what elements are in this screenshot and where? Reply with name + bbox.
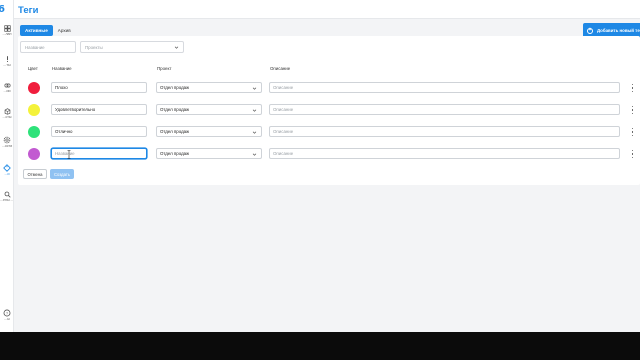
description-placeholder: Описание xyxy=(273,107,294,112)
column-header-name: Название xyxy=(52,66,72,71)
sidebar-item-products[interactable]: ...сты xyxy=(0,108,13,120)
color-swatch[interactable] xyxy=(28,82,40,94)
sidebar-item-reports[interactable]: ...ты xyxy=(0,55,13,68)
color-swatch[interactable] xyxy=(28,148,40,160)
more-options-icon[interactable] xyxy=(631,150,634,158)
bottom-bar xyxy=(0,332,640,360)
chevron-down-icon xyxy=(252,109,257,112)
description-placeholder: Описание xyxy=(273,129,294,134)
page-title: Теги xyxy=(18,5,39,16)
column-header-color: Цвет xyxy=(28,66,38,71)
svg-text:?: ? xyxy=(6,311,9,316)
tag-icon xyxy=(3,164,11,172)
box-icon xyxy=(4,108,10,115)
add-tag-button-label: Добавить новый те xyxy=(597,28,640,33)
color-swatch[interactable] xyxy=(28,104,40,116)
description-input[interactable]: Описание xyxy=(269,148,620,159)
project-filter-select[interactable]: Проекты xyxy=(80,41,184,53)
sidebar-item-label: ...ты xyxy=(3,64,11,67)
tag-name-value: Отлично xyxy=(55,129,73,134)
description-placeholder: Описание xyxy=(273,151,294,156)
project-select[interactable]: Отдел продаж xyxy=(156,82,262,93)
chevron-down-icon xyxy=(252,131,257,134)
name-filter-placeholder: Название xyxy=(25,44,45,50)
tab-archive[interactable]: Архив xyxy=(53,25,76,36)
tag-name-input[interactable]: Название xyxy=(51,148,147,159)
project-value: Отдел продаж xyxy=(160,85,190,90)
sidebar-item-integrations[interactable]: ...ии xyxy=(0,82,13,94)
tag-name-input[interactable]: Удовлетворительно xyxy=(51,104,147,115)
sidebar-item-label: ...ы xyxy=(4,318,10,321)
more-options-icon[interactable] xyxy=(631,106,634,114)
sidebar-item-label: ...ости xyxy=(1,145,13,148)
column-header-project: Проект xyxy=(157,66,172,71)
tab-active[interactable]: Активные xyxy=(20,25,53,36)
grid-icon xyxy=(3,25,11,32)
top-bar xyxy=(14,0,640,19)
table-row: Отлично Отдел продаж Описание xyxy=(18,125,640,139)
sidebar-item-label: ...сты xyxy=(2,116,12,119)
tag-name-value: Удовлетворительно xyxy=(55,107,96,112)
sidebar-item-numbers[interactable]: ...ены ...меров xyxy=(0,191,13,203)
tab-bar: Активные Архив xyxy=(20,25,76,36)
description-input[interactable]: Описание xyxy=(269,126,620,137)
project-value: Отдел продаж xyxy=(160,129,190,134)
tags-panel: Название Проекты Цвет Название Проект Оп… xyxy=(18,36,640,185)
chevron-down-icon xyxy=(252,87,257,90)
project-select[interactable]: Отдел продаж xyxy=(156,104,262,115)
project-value: Отдел продаж xyxy=(160,151,190,156)
link-icon xyxy=(3,83,11,88)
search-icon xyxy=(4,191,11,198)
gear-icon xyxy=(3,136,11,144)
sidebar-item-tags[interactable]: ...и xyxy=(0,164,13,177)
name-filter-input[interactable]: Название xyxy=(20,41,76,53)
exclamation-icon xyxy=(6,56,8,62)
color-swatch[interactable] xyxy=(28,126,40,138)
description-placeholder: Описание xyxy=(273,85,294,90)
tag-name-placeholder: Название xyxy=(55,151,75,156)
chevron-down-icon xyxy=(174,46,179,49)
sidebar-item-label: ...лан xyxy=(2,33,12,36)
sidebar-item-label: ...ии xyxy=(3,90,11,93)
project-select[interactable]: Отдел продаж xyxy=(156,126,262,137)
table-row: Удовлетворительно Отдел продаж Описание xyxy=(18,103,640,117)
create-button[interactable]: Создать xyxy=(50,169,74,179)
text-cursor-icon xyxy=(67,150,71,159)
plus-icon: + xyxy=(587,27,593,34)
tag-name-value: Плохо xyxy=(55,85,68,90)
table-row: Плохо Отдел продаж Описание xyxy=(18,81,640,95)
tag-name-input[interactable]: Отлично xyxy=(51,126,147,137)
chevron-down-icon xyxy=(252,153,257,156)
sidebar-item-help[interactable]: ? ...ы xyxy=(0,309,13,322)
description-input[interactable]: Описание xyxy=(269,82,620,93)
description-input[interactable]: Описание xyxy=(269,104,620,115)
sidebar: 6 ...лан ...ты ...ии ...сты ...ости ...и… xyxy=(0,0,14,332)
tag-name-input[interactable]: Плохо xyxy=(51,82,147,93)
project-select[interactable]: Отдел продаж xyxy=(156,148,262,159)
more-options-icon[interactable] xyxy=(631,128,634,136)
cancel-button[interactable]: Отмена xyxy=(23,169,47,179)
project-filter-placeholder: Проекты xyxy=(85,44,103,50)
help-icon: ? xyxy=(3,309,11,317)
more-options-icon[interactable] xyxy=(631,84,634,92)
app-logo[interactable]: 6 xyxy=(0,4,5,15)
sidebar-item-label: ...и xyxy=(4,173,10,176)
table-row: Название Отдел продаж Описание xyxy=(18,147,640,161)
sidebar-item-settings[interactable]: ...ости xyxy=(0,136,13,149)
sidebar-item-plan[interactable]: ...лан xyxy=(0,25,13,37)
sidebar-item-label: ...ены ...меров xyxy=(0,199,13,202)
column-header-description: Описание xyxy=(270,66,291,71)
project-value: Отдел продаж xyxy=(160,107,190,112)
